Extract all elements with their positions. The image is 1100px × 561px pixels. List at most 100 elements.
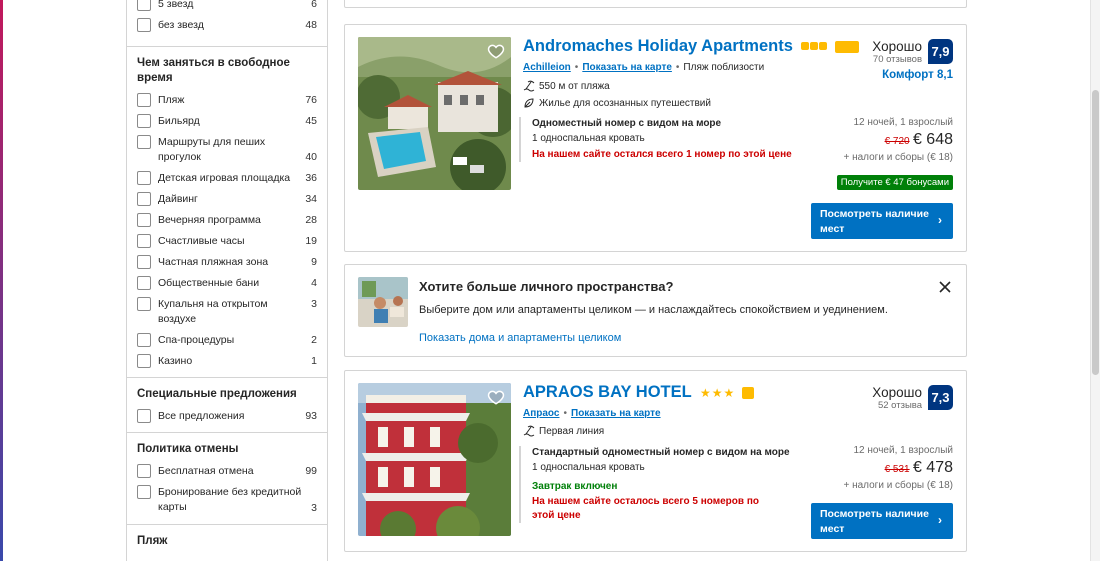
checkbox[interactable] bbox=[137, 114, 151, 128]
previous-hotel-card bbox=[344, 0, 967, 8]
page-scrollbar[interactable] bbox=[1090, 0, 1100, 561]
show-on-map-link[interactable]: Показать на карте bbox=[571, 408, 661, 419]
checkbox[interactable] bbox=[137, 255, 151, 269]
hotel-location-row: Achilleion • Показать на карте • Пляж поблиз… bbox=[523, 62, 765, 73]
scrollbar-thumb[interactable] bbox=[1092, 90, 1099, 375]
checkbox[interactable] bbox=[137, 93, 151, 107]
filter-section-title: Политика отмены bbox=[137, 443, 239, 455]
room-name: Стандартный одноместный номер с видом на… bbox=[532, 447, 790, 458]
score-word: Хорошо bbox=[872, 39, 922, 54]
favorite-heart-icon[interactable] bbox=[487, 42, 505, 60]
promo-banner: Хотите больше личного пространства? Выбе… bbox=[344, 264, 967, 357]
checkbox[interactable] bbox=[137, 297, 151, 311]
filter-option[interactable]: Маршруты для пеших прогулок 40 bbox=[137, 132, 317, 168]
stay-summary: 12 ночей, 1 взрослый bbox=[853, 117, 953, 128]
filter-option[interactable]: Бильярд 45 bbox=[137, 111, 317, 132]
see-availability-button[interactable]: Посмотреть наличие мест › bbox=[811, 503, 953, 539]
checkbox[interactable] bbox=[137, 276, 151, 290]
filter-option[interactable]: Счастливые часы 19 bbox=[137, 231, 317, 252]
filter-option[interactable]: Купальня на открытом воздухе 3 bbox=[137, 294, 317, 330]
new-price: € 648 bbox=[912, 131, 953, 148]
checkbox[interactable] bbox=[137, 409, 151, 423]
room-info: Одноместный номер с видом на море 1 одно… bbox=[519, 117, 819, 162]
filter-option[interactable]: 5 звезд 6 bbox=[137, 0, 317, 15]
stay-summary: 12 ночей, 1 взрослый bbox=[853, 445, 953, 456]
feature-beachfront: Первая линия bbox=[523, 425, 604, 437]
beach-icon bbox=[523, 425, 535, 437]
breakfast-included: Завтрак включен bbox=[532, 481, 618, 492]
rating-squares-icon bbox=[801, 41, 828, 52]
score-word: Хорошо bbox=[872, 385, 922, 400]
room-info: Стандартный одноместный номер с видом на… bbox=[519, 446, 819, 523]
old-price: € 720 bbox=[884, 136, 910, 147]
filter-option[interactable]: Все предложения 93 bbox=[137, 406, 317, 427]
checkbox[interactable] bbox=[137, 234, 151, 248]
filter-option[interactable]: Частная пляжная зона 9 bbox=[137, 252, 317, 273]
hotel-location-row: Апраос • Показать на карте bbox=[523, 408, 661, 419]
filter-option[interactable]: Вечерняя программа 28 bbox=[137, 210, 317, 231]
filter-section-title: Чем заняться в свободное время bbox=[137, 57, 290, 84]
filter-section-title: Специальные предложения bbox=[137, 388, 297, 400]
hotel-name-link[interactable]: Andromaches Holiday Apartments bbox=[523, 37, 860, 56]
new-price: € 478 bbox=[912, 459, 953, 476]
checkbox[interactable] bbox=[137, 192, 151, 206]
preferred-plus-icon bbox=[835, 40, 860, 53]
close-icon[interactable] bbox=[938, 280, 952, 294]
beach-nearby-label: Пляж поблизости bbox=[683, 62, 765, 73]
checkbox[interactable] bbox=[137, 485, 151, 499]
promo-link[interactable]: Показать дома и апартаменты целиком bbox=[419, 332, 621, 344]
feature-sustainable: Жилье для осознанных путешествий bbox=[523, 97, 711, 109]
room-bed: 1 односпальная кровать bbox=[532, 462, 645, 473]
filters-sidebar: 5 звезд 6 без звезд 48 Чем заняться в своб… bbox=[126, 0, 328, 561]
price-block: € 720 € 648 bbox=[885, 131, 953, 149]
see-availability-button[interactable]: Посмотреть наличие мест › bbox=[811, 203, 953, 239]
location-link[interactable]: Апраос bbox=[523, 408, 559, 419]
filter-option[interactable]: Бронирование без кредитной карты 3 bbox=[137, 482, 317, 519]
checkbox[interactable] bbox=[137, 213, 151, 227]
review-score[interactable]: Хорошо 70 отзывов 7,9 bbox=[872, 39, 953, 66]
filter-section-cancellation: Политика отмены Бесплатная отмена 99 Брон… bbox=[127, 433, 327, 525]
review-count: 70 отзывов bbox=[872, 54, 922, 65]
beach-icon bbox=[523, 80, 535, 92]
show-on-map-link[interactable]: Показать на карте bbox=[582, 62, 672, 73]
leaf-icon bbox=[524, 98, 534, 108]
filter-section-leisure: Чем заняться в свободное время Пляж 76 Бил… bbox=[127, 47, 327, 378]
checkbox[interactable] bbox=[137, 333, 151, 347]
favorite-heart-icon[interactable] bbox=[487, 388, 505, 406]
hotel-name-link[interactable]: APRAOS BAY HOTEL ★★★ bbox=[523, 383, 754, 402]
hotel-card[interactable]: APRAOS BAY HOTEL ★★★ Апраос • Показать на … bbox=[344, 370, 967, 552]
filter-option[interactable]: Бесплатная отмена 99 bbox=[137, 461, 317, 482]
feature-beach-distance: 550 м от пляжа bbox=[523, 80, 610, 92]
review-score[interactable]: Хорошо 52 отзыва 7,3 bbox=[872, 385, 953, 412]
filter-option[interactable]: Казино 1 bbox=[137, 351, 317, 372]
checkbox[interactable] bbox=[137, 135, 151, 149]
hotel-photo[interactable] bbox=[358, 383, 511, 536]
room-bed: 1 односпальная кровать bbox=[532, 133, 645, 144]
chevron-right-icon: › bbox=[938, 213, 942, 227]
filter-options-list: Пляж 76 Бильярд 45 Маршруты для пеших прогул… bbox=[137, 90, 317, 372]
filter-option[interactable]: Пляж 76 bbox=[137, 90, 317, 111]
filter-option[interactable]: Спа-процедуры 2 bbox=[137, 330, 317, 351]
filter-option[interactable]: без звезд 48 bbox=[137, 15, 317, 36]
checkbox[interactable] bbox=[137, 464, 151, 478]
window-edge-left bbox=[0, 0, 3, 561]
price-block: € 531 € 478 bbox=[885, 459, 953, 477]
bonus-badge: Получите € 47 бонусами bbox=[836, 175, 953, 190]
checkbox[interactable] bbox=[137, 171, 151, 185]
hotel-card[interactable]: Andromaches Holiday Apartments Achilleio… bbox=[344, 24, 967, 252]
filter-section-title: Пляж bbox=[137, 535, 168, 547]
room-scarcity-warning: На нашем сайте осталось всего 5 номеров … bbox=[532, 496, 759, 521]
checkbox[interactable] bbox=[137, 354, 151, 368]
checkbox[interactable] bbox=[137, 0, 151, 11]
filter-option[interactable]: Дайвинг 34 bbox=[137, 189, 317, 210]
promo-title: Хотите больше личного пространства? bbox=[419, 279, 674, 294]
filter-section-deals: Специальные предложения Все предложения 9… bbox=[127, 378, 327, 433]
checkbox[interactable] bbox=[137, 18, 151, 32]
filter-option[interactable]: Детская игровая площадка 36 bbox=[137, 168, 317, 189]
taxes-label: + налоги и сборы (€ 18) bbox=[843, 152, 953, 163]
filter-option[interactable]: Общественные бани 4 bbox=[137, 273, 317, 294]
location-link[interactable]: Achilleion bbox=[523, 62, 571, 73]
promo-text: Выберите дом или апартаменты целиком — и… bbox=[419, 304, 888, 316]
score-badge: 7,9 bbox=[928, 39, 953, 64]
hotel-photo[interactable] bbox=[358, 37, 511, 190]
